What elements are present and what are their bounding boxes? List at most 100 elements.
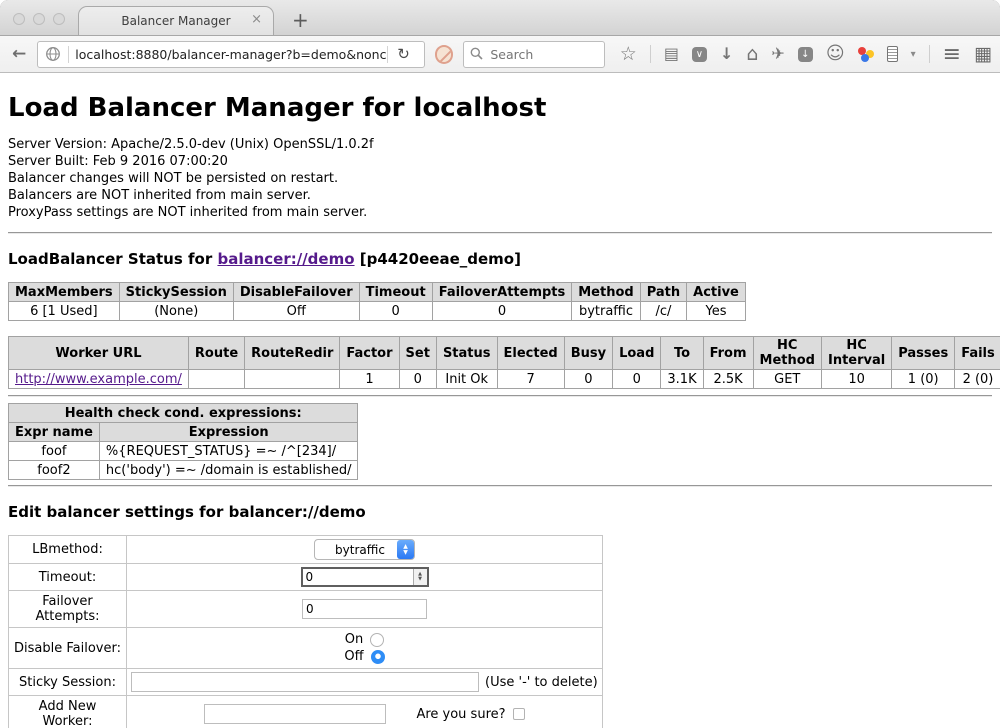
header-cell: Fails [955,337,1000,370]
lbmethod-select[interactable]: bytraffic ▲▼ [314,539,415,560]
header-cell: MaxMembers [9,283,120,302]
balancer-demo-link[interactable]: balancer://demo [217,250,354,268]
divider [8,395,992,397]
cell: Off [233,302,359,321]
number-stepper-icon[interactable]: ▲▼ [413,569,427,585]
sticky-session-label: Sticky Session: [9,669,127,696]
cell: /c/ [640,302,686,321]
table-row: foof %{REQUEST_STATUS} =~ /^[234]/ [9,442,358,461]
cell: 7 [497,370,564,389]
form-row: Disable Failover: On Off [9,628,603,669]
url-bar[interactable]: localhost:8880/balancer-manager?b=demo&n… [37,41,424,68]
cell: (None) [119,302,233,321]
site-globe-icon[interactable] [45,46,61,62]
back-button[interactable]: ← [8,44,30,64]
cell: Yes [687,302,746,321]
cell: 0 [432,302,572,321]
worker-row: http://www.example.com/ 1 0 Init Ok 7 0 … [9,370,1000,389]
header-cell: Active [687,283,746,302]
toolbar-icons: ☆ ▤ ∨ ↓ ⌂ ✈ ↓ ☺ ▾ ≡ ▦ [620,42,992,67]
header-cell: Load [613,337,661,370]
page-content: Load Balancer Manager for localhost Serv… [0,73,1000,728]
cell: 6 [1 Used] [9,302,120,321]
loadbalancer-status-heading: LoadBalancer Status for balancer://demo … [8,250,992,268]
lbmethod-label: LBmethod: [9,536,127,564]
minimize-window-button[interactable] [33,13,45,25]
cell: hc('body') =~ /domain is established/ [99,461,358,480]
header-cell: Timeout [359,283,432,302]
cell: 10 [821,370,891,389]
worker-url-link[interactable]: http://www.example.com/ [15,372,182,387]
tab-close-icon[interactable]: × [251,13,262,26]
extension-download-icon[interactable]: ↓ [798,47,813,62]
tab-title: Balancer Manager [121,14,230,28]
add-worker-cell: Are you sure? [127,696,603,728]
header-cell: Expression [99,423,358,442]
send-icon[interactable]: ✈ [771,46,784,62]
server-built-line: Server Built: Feb 9 2016 07:00:20 [8,153,992,170]
header-cell: From [703,337,753,370]
header-cell: Status [436,337,497,370]
disable-failover-on-row: On [131,631,598,648]
cell: GET [753,370,821,389]
cell: foof [9,442,100,461]
pocket-icon[interactable]: ∨ [692,47,707,62]
header-cell: Passes [892,337,955,370]
server-note-line: Balancers are NOT inherited from main se… [8,187,992,204]
toolbar-divider [650,45,651,63]
form-row: LBmethod: bytraffic ▲▼ [9,536,603,564]
failover-attempts-input[interactable] [302,599,427,619]
cell: 0 [359,302,432,321]
header-cell: Route [188,337,244,370]
close-window-button[interactable] [13,13,25,25]
sticky-session-input[interactable] [131,672,479,692]
failover-attempts-label: Failover Attempts: [9,591,127,628]
balancer-status-table: MaxMembers StickySession DisableFailover… [8,282,746,321]
add-worker-input[interactable] [204,704,386,724]
chevron-down-icon[interactable]: ▾ [911,49,916,60]
form-row: Sticky Session: (Use '-' to delete) [9,669,603,696]
divider [8,232,992,234]
disable-failover-cell: On Off [127,628,603,669]
clipboard-icon[interactable]: ▤ [664,46,679,62]
search-bar[interactable] [463,41,604,68]
header-cell: RouteRedir [245,337,340,370]
server-note-line: Balancer changes will NOT be persisted o… [8,170,992,187]
cell: 2 (0) [955,370,1000,389]
zoom-window-button[interactable] [53,13,65,25]
header-cell: HC Interval [821,337,891,370]
divider [8,485,992,487]
device-icon[interactable] [887,46,898,62]
cell: http://www.example.com/ [9,370,189,389]
form-row: Add New Worker: Are you sure? [9,696,603,728]
home-icon[interactable]: ⌂ [746,46,758,62]
search-input[interactable] [488,46,588,63]
downloads-icon[interactable]: ↓ [720,46,733,62]
cell: %{REQUEST_STATUS} =~ /^[234]/ [99,442,358,461]
browser-tab[interactable]: Balancer Manager × [78,6,274,35]
timeout-cell: ▲▼ [127,564,603,591]
url-input[interactable]: localhost:8880/balancer-manager?b=demo&n… [69,47,387,62]
traffic-lights [13,13,65,25]
header-cell: Set [399,337,436,370]
sticky-session-cell: (Use '-' to delete) [127,669,603,696]
bookmark-star-icon[interactable]: ☆ [620,46,637,62]
pages-grid-icon[interactable]: ▦ [974,43,992,65]
header-cell: StickySession [119,283,233,302]
timeout-input[interactable] [303,569,413,585]
menu-icon[interactable]: ≡ [943,42,961,67]
disable-failover-on-radio[interactable] [370,633,384,647]
table-row: foof2 hc('body') =~ /domain is establish… [9,461,358,480]
header-cell: Elected [497,337,564,370]
reload-icon[interactable]: ↻ [388,45,419,63]
header-cell: DisableFailover [233,283,359,302]
lbmethod-cell: bytraffic ▲▼ [127,536,603,564]
new-tab-button[interactable]: + [292,10,309,30]
disable-failover-off-radio[interactable] [371,650,385,664]
color-dots-extension-icon[interactable] [858,46,874,62]
disable-failover-off-row: Off [131,648,598,665]
are-you-sure-checkbox[interactable] [513,708,525,720]
table-header-row: MaxMembers StickySession DisableFailover… [9,283,746,302]
feedback-smiley-icon[interactable]: ☺ [826,46,845,62]
content-blocked-icon[interactable] [435,45,454,64]
